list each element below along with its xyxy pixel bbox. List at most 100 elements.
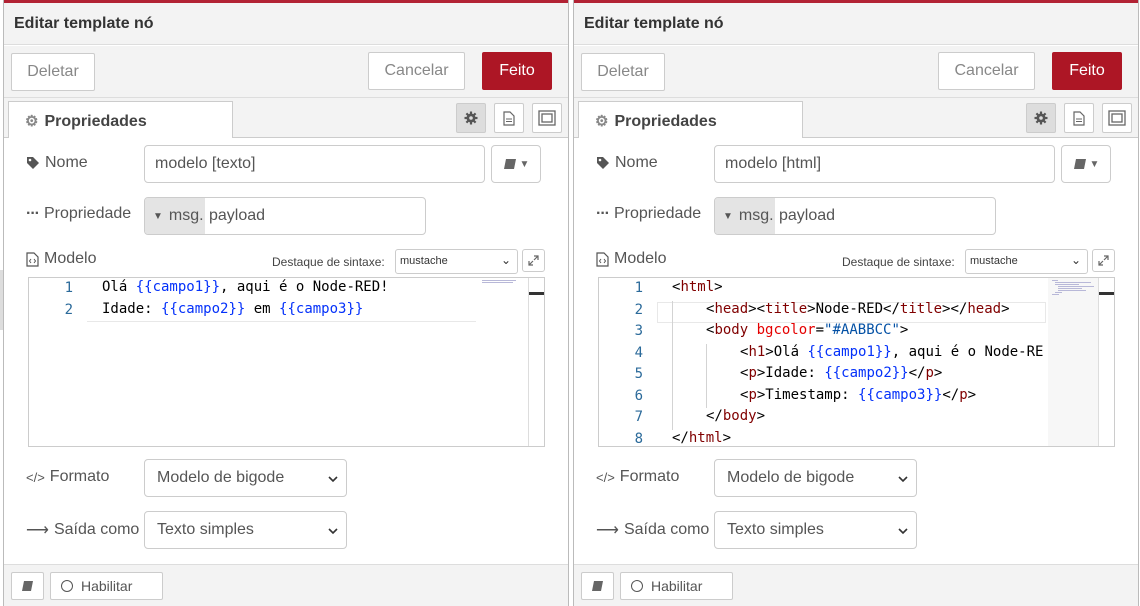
gear-icon <box>1034 111 1048 125</box>
name-input[interactable]: modelo [texto] <box>144 145 485 183</box>
indent-guide <box>706 386 707 408</box>
indent-guide <box>672 386 673 408</box>
tab-properties[interactable]: ⚙ Propriedades <box>578 101 803 139</box>
line-number: 4 <box>634 344 643 361</box>
property-type-selector[interactable]: ▼ msg. <box>715 198 775 234</box>
circle-icon <box>631 580 643 592</box>
editor-minimap[interactable] <box>1048 278 1098 446</box>
name-input[interactable]: modelo [html] <box>714 145 1055 183</box>
code-line: Olá {{campo1}}, aqui é o Node-RED! <box>102 279 389 295</box>
minimap-line <box>1055 292 1062 293</box>
output-label-text: Saída como <box>623 521 710 538</box>
output-select[interactable]: Texto simples <box>144 511 347 549</box>
code-icon: </> <box>596 469 615 485</box>
caret-down-icon: ▼ <box>723 210 733 222</box>
minimap-line <box>482 282 513 283</box>
config-library-button[interactable]: ▼ <box>491 145 541 183</box>
indent-guide <box>672 365 673 387</box>
property-label-text: Propriedade <box>43 205 132 222</box>
format-select[interactable]: Modelo de bigode <box>144 459 347 497</box>
property-label: ··· Propriedade <box>26 205 131 223</box>
appearance-tab-button[interactable] <box>532 103 562 133</box>
appearance-tab-button[interactable] <box>1102 103 1132 133</box>
tag-icon <box>597 157 609 169</box>
property-typed-input[interactable]: ▼ msg. payload <box>714 197 996 235</box>
description-tab-button[interactable] <box>1064 103 1094 133</box>
properties-form: Nome modelo [texto] ▼ ··· Propriedade ▼ m… <box>4 138 568 564</box>
description-tab-button[interactable] <box>494 103 524 133</box>
done-button[interactable]: Feito <box>482 52 552 90</box>
enable-toggle[interactable]: Habilitar <box>620 572 733 600</box>
tab-properties[interactable]: ⚙ Propriedades <box>8 101 233 139</box>
frame-icon <box>1108 110 1126 126</box>
editor-minimap[interactable] <box>478 278 528 446</box>
syntax-highlight-label: Destaque de sintaxe: <box>272 255 385 269</box>
code-line: <p>Timestamp: {{campo3}}</p> <box>740 386 977 403</box>
property-value: payload <box>209 207 266 224</box>
minimap-line <box>1058 288 1082 289</box>
expand-icon <box>528 255 539 266</box>
syntax-highlight-select[interactable]: mustache ⌄ <box>395 249 518 274</box>
expand-editor-button[interactable] <box>522 249 545 272</box>
minimap-line <box>1055 282 1091 283</box>
tab-row: ⚙ Propriedades <box>574 98 1138 139</box>
format-label-text: Formato <box>49 468 110 485</box>
circle-icon <box>61 580 73 592</box>
cancel-button[interactable]: Cancelar <box>368 52 465 90</box>
expand-icon <box>1098 255 1109 266</box>
enable-toggle[interactable]: Habilitar <box>50 572 163 600</box>
format-label: </> Formato <box>26 468 109 486</box>
indent-guide <box>706 343 707 365</box>
indent-guide <box>672 343 673 365</box>
property-typed-input[interactable]: ▼ msg. payload <box>144 197 426 235</box>
tab-label: Propriedades <box>44 113 147 130</box>
format-value: Modelo de bigode <box>727 469 855 486</box>
settings-tab-button[interactable] <box>1026 103 1056 133</box>
cancel-button[interactable]: Cancelar <box>938 52 1035 90</box>
gear-icon: ⚙ <box>25 113 39 130</box>
done-button[interactable]: Feito <box>1052 52 1122 90</box>
code-line: <p>Idade: {{campo2}}</p> <box>740 365 943 381</box>
editor-scrollbar[interactable] <box>1098 278 1114 446</box>
panel-title: Editar template nó <box>574 3 1138 45</box>
chevron-down-icon <box>328 522 338 540</box>
code-editor[interactable]: 12 Olá {{campo1}}, aqui é o Node-RED! Ida… <box>28 277 545 447</box>
caret-down-icon: ▼ <box>153 210 163 222</box>
delete-button[interactable]: Deletar <box>581 53 665 91</box>
chevron-down-icon <box>898 470 908 488</box>
code-editor[interactable]: 1 2 3 4 5 6 7 8 <html> <head><title>Node-RED</ti… <box>598 277 1115 447</box>
line-number: 2 <box>64 301 73 318</box>
property-label: ··· Propriedade <box>596 205 701 223</box>
chevron-down-icon: ▼ <box>519 158 530 170</box>
node-help-button[interactable] <box>581 572 614 600</box>
chevron-down-icon <box>898 522 908 540</box>
chevron-down-icon: ▼ <box>1089 158 1100 170</box>
node-help-button[interactable] <box>11 572 44 600</box>
name-label-text: Nome <box>45 154 88 171</box>
settings-tab-button[interactable] <box>456 103 486 133</box>
editor-scrollbar[interactable] <box>528 278 544 446</box>
syntax-highlight-value: mustache <box>970 255 1018 267</box>
line-number: 1 <box>634 280 643 296</box>
panel-footer: Habilitar <box>4 564 568 606</box>
tab-row: ⚙ Propriedades <box>4 98 568 139</box>
config-library-button[interactable]: ▼ <box>1061 145 1111 183</box>
delete-button[interactable]: Deletar <box>11 53 95 91</box>
line-number: 6 <box>634 387 643 404</box>
syntax-highlight-select[interactable]: mustache ⌄ <box>965 249 1088 274</box>
output-label: ⟶ Saída como <box>26 520 139 540</box>
indent-guide <box>706 365 707 387</box>
template-label-text: Modelo <box>44 250 97 267</box>
code-line: <html> <box>672 279 723 295</box>
format-label: </> Formato <box>596 468 679 486</box>
output-select[interactable]: Texto simples <box>714 511 917 549</box>
expand-editor-button[interactable] <box>1092 249 1115 272</box>
property-type: msg. <box>168 207 204 224</box>
line-number: 5 <box>634 366 643 382</box>
property-type-selector[interactable]: ▼ msg. <box>145 198 205 234</box>
syntax-highlight-value: mustache <box>400 255 448 267</box>
chevron-down-icon <box>328 470 338 488</box>
document-icon <box>1073 110 1085 126</box>
format-select[interactable]: Modelo de bigode <box>714 459 917 497</box>
chevron-down-icon: ⌄ <box>500 253 511 267</box>
